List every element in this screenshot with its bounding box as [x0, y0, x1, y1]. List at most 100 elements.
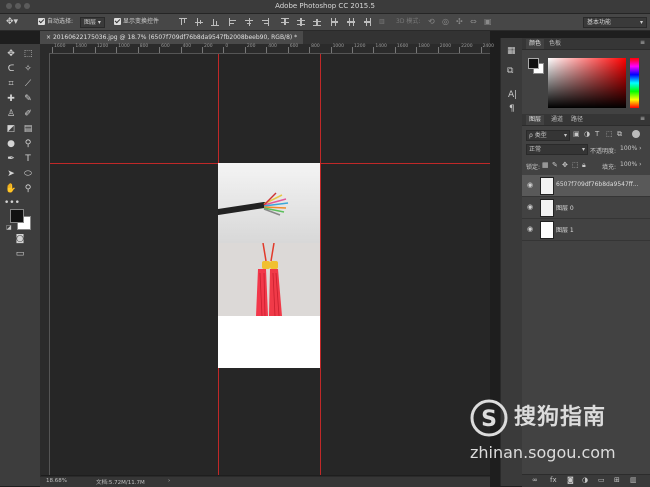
mask-icon[interactable]: ◙	[567, 476, 574, 484]
layer-row[interactable]: ◉ 6507f709df76b8da9547ff...	[522, 175, 650, 197]
color-picker-field[interactable]	[548, 58, 626, 108]
magic-wand-tool-icon[interactable]: ✧	[21, 63, 35, 75]
3d-pan-icon[interactable]: ✣	[456, 17, 463, 27]
ellipse-tool-icon[interactable]: ⬭	[21, 168, 35, 180]
folder-icon[interactable]: ▭	[598, 476, 605, 484]
paragraph-panel-icon[interactable]: ¶	[509, 104, 515, 114]
panel-menu-icon[interactable]: ≡	[640, 115, 645, 122]
properties-panel-icon[interactable]: ⧉	[507, 66, 513, 76]
distribute-top-icon[interactable]	[281, 18, 289, 26]
document-tab[interactable]: × 20160622175036.jpg @ 18.7% (6507f709df…	[40, 31, 304, 44]
distribute-right-icon[interactable]	[363, 18, 371, 26]
close-tab-icon[interactable]: ×	[46, 34, 51, 41]
tab-paths[interactable]: 路径	[568, 115, 586, 125]
brush-tool-icon[interactable]: ✎	[21, 93, 35, 105]
move-tool-preset-icon[interactable]: ✥▾	[6, 17, 18, 27]
ruler-label: 800	[311, 44, 320, 49]
distribute-vcenter-icon[interactable]	[297, 18, 305, 26]
fill-value: 100%	[620, 161, 638, 168]
eraser-tool-icon[interactable]: ◩	[4, 123, 18, 135]
panel-menu-icon[interactable]: ≡	[640, 39, 645, 46]
align-bottom-icon[interactable]	[211, 18, 219, 26]
history-panel-icon[interactable]: ▦	[507, 46, 516, 56]
link-icon[interactable]: ∞	[532, 476, 538, 484]
crop-tool-icon[interactable]: ⌗	[4, 78, 18, 90]
stamp-tool-icon[interactable]: ♙	[4, 108, 18, 120]
move-tool-icon[interactable]: ✥	[4, 48, 18, 60]
lock-all-icon[interactable]: 🔒︎	[582, 161, 586, 170]
lock-position-icon[interactable]: ✥	[562, 161, 568, 169]
blur-tool-icon[interactable]: ●	[4, 138, 18, 150]
tab-color[interactable]: 颜色	[526, 39, 545, 49]
zoom-tool-icon[interactable]: ⚲	[21, 183, 35, 195]
filter-smart-object-icon[interactable]: ⧉	[617, 130, 622, 139]
document-canvas[interactable]	[218, 163, 320, 368]
visibility-eye-icon[interactable]: ◉	[527, 203, 536, 211]
new-layer-icon[interactable]: ⊞	[614, 476, 620, 484]
filter-shape-icon[interactable]: ⬚	[606, 130, 613, 138]
path-selection-tool-icon[interactable]: ➤	[4, 168, 18, 180]
zoom-level[interactable]: 18.68%	[46, 478, 67, 484]
distribute-bottom-icon[interactable]	[313, 18, 321, 26]
align-vcenter-icon[interactable]	[195, 18, 203, 26]
align-top-icon[interactable]	[179, 18, 187, 26]
filter-pixel-icon[interactable]: ▣	[573, 130, 580, 138]
fill-input[interactable]: 100% ›	[620, 161, 642, 169]
guide-vertical[interactable]	[320, 54, 321, 475]
lock-artboard-icon[interactable]: ⬚	[572, 161, 579, 169]
auto-select-checkbox[interactable]: 自动选择:	[38, 17, 73, 27]
adjustment-icon[interactable]: ◑	[582, 476, 588, 484]
layer-row[interactable]: ◉ 图层 1	[522, 219, 650, 241]
align-left-icon[interactable]	[229, 18, 237, 26]
fill-label: 填充:	[602, 164, 617, 171]
quick-mask-icon[interactable]: ◙	[13, 233, 27, 245]
eyedropper-tool-icon[interactable]: ⟋	[21, 78, 35, 90]
show-transform-checkbox[interactable]: 显示变换控件	[114, 17, 159, 27]
lock-transparency-icon[interactable]: ▦	[542, 161, 549, 169]
tab-layers[interactable]: 图层	[526, 115, 545, 125]
workspace-dropdown[interactable]: 基本功能 ▾	[583, 17, 647, 28]
3d-scale-icon[interactable]: ▣	[484, 17, 492, 27]
hue-slider[interactable]	[630, 58, 639, 108]
healing-brush-tool-icon[interactable]: ✚	[4, 93, 18, 105]
tab-channels[interactable]: 通道	[548, 115, 566, 125]
blend-mode-dropdown[interactable]: 正常 ▾	[526, 144, 588, 155]
cable-photo	[218, 163, 320, 243]
opacity-input[interactable]: 100% ›	[620, 145, 642, 153]
layer-kind-filter[interactable]: ρ 类型 ▾	[526, 130, 570, 141]
default-colors-icon[interactable]: ◪	[6, 224, 12, 231]
distribute-hcenter-icon[interactable]	[347, 18, 355, 26]
auto-select-dropdown[interactable]: 图层 ▾	[80, 17, 105, 28]
hand-tool-icon[interactable]: ✋	[4, 183, 18, 195]
more-tools-icon[interactable]: •••	[4, 197, 20, 209]
layer-row[interactable]: ◉ 图层 0	[522, 197, 650, 219]
align-right-icon[interactable]	[261, 18, 269, 26]
marquee-tool-icon[interactable]: ⬚	[21, 48, 35, 60]
tab-swatches[interactable]: 色板	[546, 39, 564, 49]
distribute-left-icon[interactable]	[331, 18, 339, 26]
dodge-tool-icon[interactable]: ⚲	[21, 138, 35, 150]
trash-icon[interactable]: ▥	[630, 476, 637, 484]
history-brush-tool-icon[interactable]: ✐	[21, 108, 35, 120]
filter-type-icon[interactable]: T	[595, 130, 599, 138]
gradient-tool-icon[interactable]: ▤	[21, 123, 35, 135]
color-panel-foreground[interactable]	[528, 58, 539, 69]
3d-orbit-icon[interactable]: ⟲	[428, 17, 435, 27]
visibility-eye-icon[interactable]: ◉	[527, 181, 536, 189]
screen-mode-icon[interactable]: ▭	[13, 248, 27, 260]
opacity-value: 100%	[620, 145, 638, 152]
filter-adjustment-icon[interactable]: ◑	[584, 130, 590, 138]
foreground-color-swatch[interactable]	[10, 209, 24, 223]
lock-pixels-icon[interactable]: ✎	[552, 161, 558, 169]
lasso-tool-icon[interactable]: ᑕ	[4, 63, 18, 75]
status-menu-icon[interactable]: ›	[168, 478, 170, 484]
align-hcenter-icon[interactable]	[245, 18, 253, 26]
fx-icon[interactable]: fx	[550, 476, 557, 484]
filter-toggle-icon[interactable]	[632, 130, 640, 138]
3d-slide-icon[interactable]: ⇔	[470, 17, 477, 27]
3d-roll-icon[interactable]: ◎	[442, 17, 449, 27]
pen-tool-icon[interactable]: ✒	[4, 153, 18, 165]
character-panel-icon[interactable]: A|	[508, 90, 517, 100]
type-tool-icon[interactable]: T	[21, 153, 35, 165]
visibility-eye-icon[interactable]: ◉	[527, 225, 536, 233]
